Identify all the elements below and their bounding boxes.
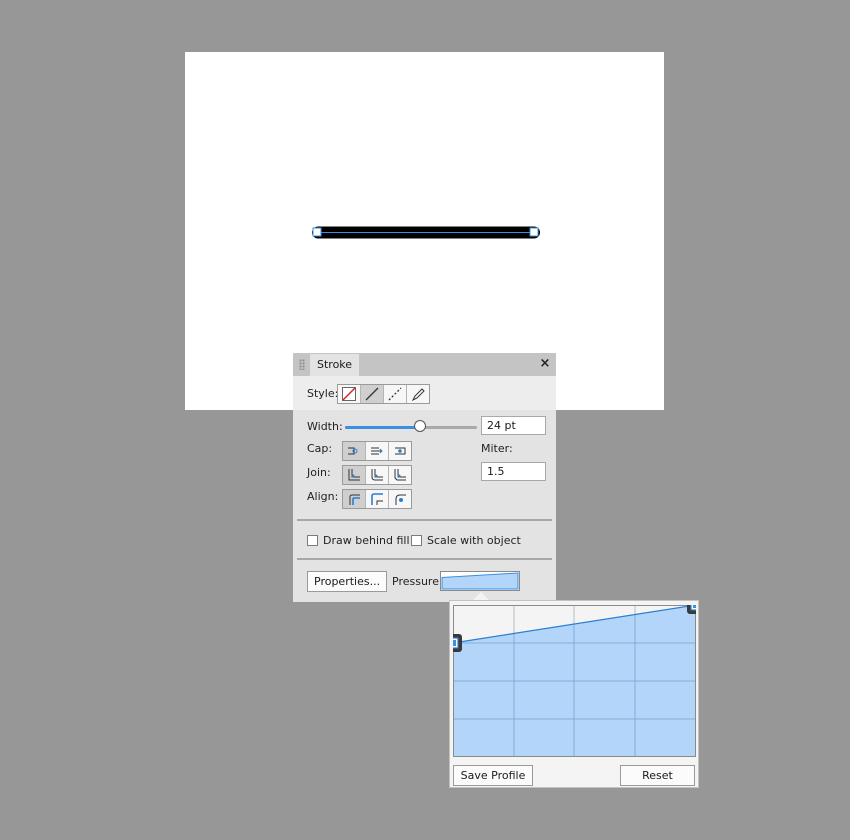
solid-line-icon[interactable] <box>361 385 384 403</box>
pressure-label: Pressure: <box>392 575 443 588</box>
style-button-group <box>337 384 430 404</box>
end-pressure-handle <box>687 605 696 614</box>
close-icon[interactable]: × <box>538 356 552 372</box>
dashed-line-icon[interactable] <box>384 385 407 403</box>
properties-button[interactable]: Properties... <box>307 571 387 592</box>
align-inside-icon[interactable] <box>366 490 389 508</box>
scale-with-object-checkbox[interactable] <box>411 535 422 546</box>
align-center-icon[interactable] <box>343 490 366 508</box>
miter-label: Miter: <box>481 442 513 455</box>
pressure-popup: Save Profile Reset <box>449 600 699 788</box>
miter-join-icon[interactable] <box>343 466 366 484</box>
pressure-curve-editor[interactable] <box>453 605 696 757</box>
stroke-panel: Stroke × Style: Width: 24 pt Cap: Join: … <box>293 353 556 602</box>
align-outside-icon[interactable] <box>389 490 411 508</box>
pressure-preview-button[interactable] <box>440 571 520 591</box>
bevel-join-icon[interactable] <box>389 466 411 484</box>
join-button-group <box>342 465 412 485</box>
align-button-group <box>342 489 412 509</box>
scale-with-object-label: Scale with object <box>427 534 521 547</box>
tab-stroke[interactable]: Stroke <box>310 354 360 376</box>
divider <box>297 558 552 560</box>
no-stroke-icon[interactable] <box>338 385 361 403</box>
round-cap-icon[interactable] <box>366 442 389 460</box>
draw-behind-fill-checkbox[interactable] <box>307 535 318 546</box>
width-input[interactable]: 24 pt <box>481 416 546 435</box>
style-row: Style: <box>293 376 556 410</box>
reset-button[interactable]: Reset <box>620 765 695 786</box>
panel-header: Stroke × <box>293 353 556 376</box>
butt-cap-icon[interactable] <box>343 442 366 460</box>
style-label: Style: <box>307 387 339 400</box>
join-label: Join: <box>307 466 331 479</box>
end-node-handle <box>529 227 539 237</box>
start-pressure-handle <box>453 634 462 652</box>
width-label: Width: <box>307 420 343 433</box>
pressure-preview-graph <box>441 572 519 590</box>
cap-label: Cap: <box>307 442 333 455</box>
width-slider-knob[interactable] <box>414 420 427 432</box>
width-slider-fill <box>345 426 421 429</box>
align-label: Align: <box>307 490 339 503</box>
square-cap-icon[interactable] <box>389 442 411 460</box>
width-slider[interactable] <box>345 420 477 432</box>
drag-grip-icon[interactable] <box>299 359 305 370</box>
round-join-icon[interactable] <box>366 466 389 484</box>
divider <box>297 519 552 521</box>
save-profile-button[interactable]: Save Profile <box>453 765 533 786</box>
brush-stroke-icon[interactable] <box>407 385 429 403</box>
start-node-handle <box>312 227 322 237</box>
cap-button-group <box>342 441 412 461</box>
miter-input[interactable]: 1.5 <box>481 462 546 481</box>
draw-behind-fill-label: Draw behind fill <box>323 534 410 547</box>
